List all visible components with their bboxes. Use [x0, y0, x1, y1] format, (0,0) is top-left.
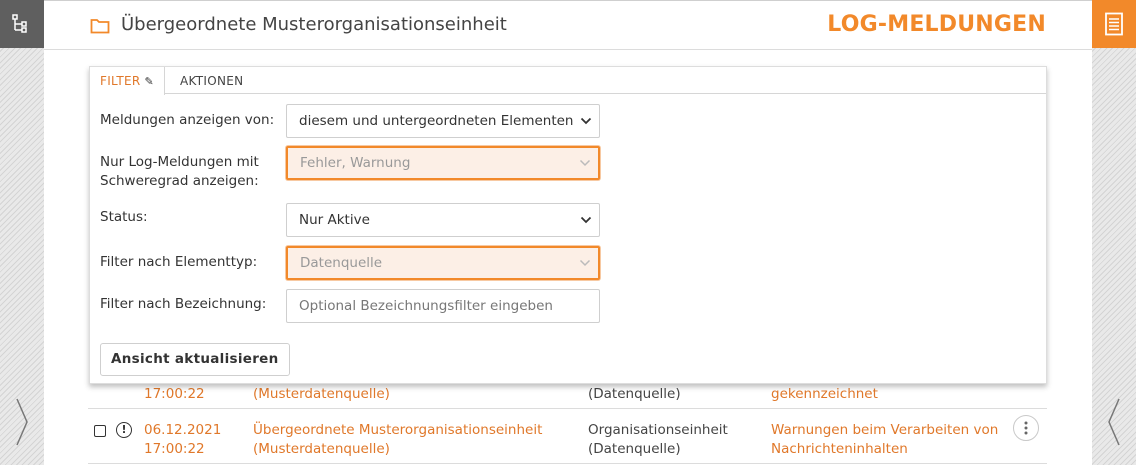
chevron-left-icon: [1108, 398, 1120, 446]
filter-panel: FILTER ✎ AKTIONEN Meldungen anzeigen von:…: [89, 66, 1047, 384]
folder-icon: [90, 19, 110, 34]
page-title: Übergeordnete Musterorganisationseinheit: [121, 14, 507, 35]
row-type: Organisationseinheit: [588, 422, 728, 438]
main-content: Übergeordnete Musterorganisationseinheit…: [44, 0, 1092, 465]
chevron-right-icon: [16, 398, 28, 446]
meldungen-anzeigen-select[interactable]: diesem und untergeordneten Elementen: [286, 104, 600, 138]
row-checkbox[interactable]: [94, 425, 106, 437]
row-message-detail[interactable]: Nachrichteninhalten: [771, 440, 908, 459]
chevron-down-icon: [579, 105, 593, 137]
label-elementtyp: Filter nach Elementtyp:: [100, 254, 258, 270]
tab-filter-label: FILTER: [100, 74, 141, 88]
status-select[interactable]: Nur Aktive: [286, 203, 600, 237]
warning-icon: !: [116, 422, 132, 438]
tab-aktionen[interactable]: AKTIONEN: [170, 67, 253, 94]
log-document-icon: [1105, 12, 1123, 36]
expand-left-button[interactable]: [0, 396, 44, 448]
bezeichnung-input[interactable]: Optional Bezeichnungsfilter eingeben: [286, 289, 600, 323]
table-row[interactable]: ! 06.12.2021 17:00:22 Übergeordnete Must…: [88, 409, 1047, 464]
structure-button[interactable]: [0, 0, 44, 48]
tree-structure-icon: [12, 14, 27, 33]
row-source[interactable]: Übergeordnete Musterorganisationseinheit: [253, 421, 542, 440]
expand-right-button[interactable]: [1092, 396, 1136, 448]
right-rail: [1092, 0, 1136, 465]
row-source[interactable]: (Musterdatenquelle): [253, 385, 390, 404]
meldungen-anzeigen-value: diesem und untergeordneten Elementen: [299, 113, 574, 129]
status-value: Nur Aktive: [299, 212, 370, 228]
schweregrad-select[interactable]: Fehler, Warnung: [286, 146, 600, 180]
more-vertical-icon: [1024, 421, 1028, 435]
elementtyp-select[interactable]: Datenquelle: [286, 246, 600, 280]
left-rail: [0, 0, 44, 465]
label-schweregrad-line1: Nur Log-Meldungen mit: [100, 154, 259, 170]
tab-filter[interactable]: FILTER ✎: [90, 67, 166, 95]
row-menu-button[interactable]: [1013, 415, 1039, 441]
label-status: Status:: [100, 209, 148, 225]
chevron-down-icon: [578, 148, 592, 178]
row-date: 06.12.2021: [144, 422, 222, 438]
schweregrad-value: Fehler, Warnung: [300, 155, 411, 171]
label-meldungen-anzeigen: Meldungen anzeigen von:: [100, 112, 275, 128]
label-schweregrad-line2: Schweregrad anzeigen:: [100, 173, 259, 189]
chevron-down-icon: [578, 248, 592, 278]
label-bezeichnung: Filter nach Bezeichnung:: [100, 296, 267, 312]
row-type: (Datenquelle): [588, 386, 681, 402]
filter-tabs: FILTER ✎ AKTIONEN: [90, 67, 1046, 95]
row-time: 17:00:22: [144, 441, 205, 457]
pencil-icon: ✎: [144, 75, 155, 88]
page-header: Übergeordnete Musterorganisationseinheit…: [44, 0, 1092, 50]
chevron-down-icon: [579, 204, 593, 236]
elementtyp-value: Datenquelle: [300, 255, 383, 271]
row-source-detail[interactable]: (Musterdatenquelle): [253, 440, 390, 459]
row-message[interactable]: gekennzeichnet: [771, 385, 878, 404]
row-type-detail: (Datenquelle): [588, 441, 681, 457]
refresh-view-button[interactable]: Ansicht aktualisieren: [100, 343, 290, 376]
row-time: 17:00:22: [144, 386, 205, 402]
row-message[interactable]: Warnungen beim Verarbeiten von: [771, 421, 998, 440]
section-title: LOG-MELDUNGEN: [827, 12, 1046, 37]
log-button[interactable]: [1092, 0, 1136, 48]
